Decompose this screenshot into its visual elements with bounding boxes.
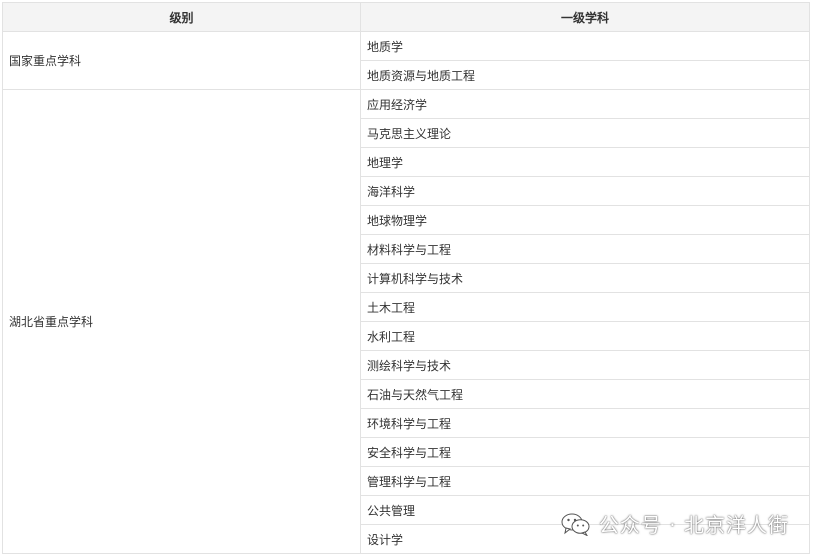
discipline-cell: 石油与天然气工程 [360,379,810,409]
table-row: 国家重点学科 地质学 [2,31,810,90]
discipline-cell: 管理科学与工程 [360,466,810,496]
watermark: 公众号 · 北京洋人街 [561,509,789,538]
discipline-cell: 水利工程 [360,321,810,351]
header-discipline: 一级学科 [360,2,810,32]
wechat-icon [561,512,591,536]
discipline-cell: 地理学 [360,147,810,177]
discipline-cell: 马克思主义理论 [360,118,810,148]
discipline-cell: 材料科学与工程 [360,234,810,264]
discipline-cell: 地质学 [360,31,810,61]
discipline-cell: 计算机科学与技术 [360,263,810,293]
discipline-cell: 测绘科学与技术 [360,350,810,380]
discipline-cell: 土木工程 [360,292,810,322]
discipline-cell: 地球物理学 [360,205,810,235]
level-cell-provincial: 湖北省重点学科 [2,89,361,554]
header-level: 级别 [2,2,361,32]
level-cell-national: 国家重点学科 [2,31,361,90]
discipline-cell: 海洋科学 [360,176,810,206]
table-row: 湖北省重点学科 应用经济学 [2,89,810,554]
discipline-cell: 地质资源与地质工程 [360,60,810,90]
watermark-text: 公众号 · 北京洋人街 [598,513,789,537]
table-header-row: 级别 一级学科 [2,2,810,32]
discipline-cell: 环境科学与工程 [360,408,810,438]
discipline-table: 级别 一级学科 国家重点学科 地质学 地质资源与地质工程 湖北省重点学科 应用经… [2,2,810,554]
discipline-cell: 应用经济学 [360,89,810,119]
discipline-cell: 安全科学与工程 [360,437,810,467]
